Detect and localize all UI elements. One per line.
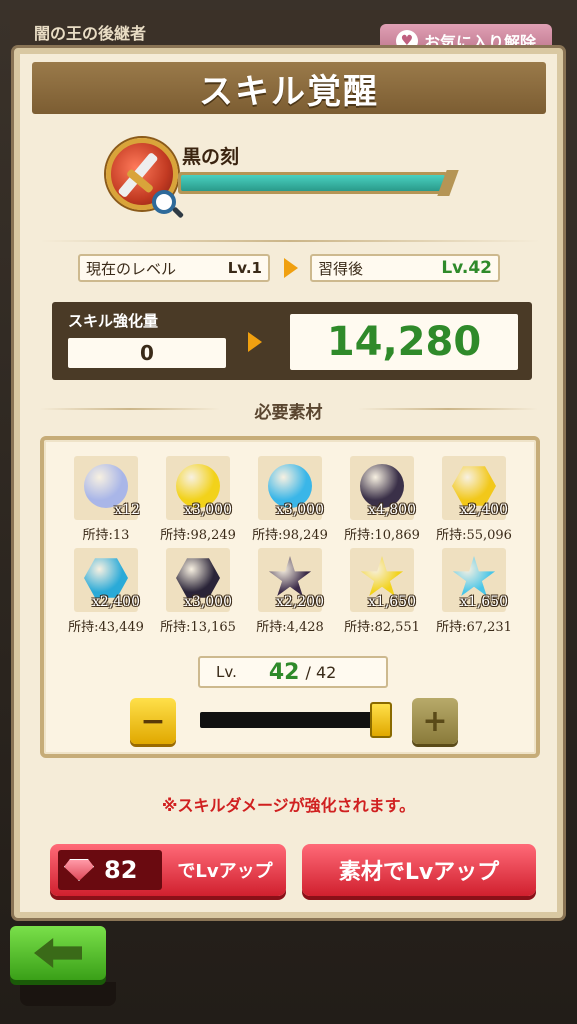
level-max: / 42 xyxy=(305,662,337,682)
material-owned: 所持:82,551 xyxy=(344,620,420,635)
divider xyxy=(40,240,540,242)
material-item[interactable]: x2,400 所持:43,449 xyxy=(64,548,148,642)
material-qty: x3,000 xyxy=(276,502,324,518)
level-selector: Lv. 42 / 42 xyxy=(198,656,388,688)
enhance-new: 14,280 xyxy=(290,314,518,370)
notice-text: ※スキルダメージが強化されます。 xyxy=(161,796,416,815)
material-qty: x3,000 xyxy=(184,502,232,518)
enhance-label: スキル強化量 xyxy=(68,312,159,330)
material-qty: x2,200 xyxy=(276,594,324,610)
skill-name: 黒の刻 xyxy=(182,146,240,168)
level-current: 42 xyxy=(268,659,300,685)
material-item[interactable]: x2,400 所持:55,096 xyxy=(432,456,516,550)
level-minus-button[interactable]: − xyxy=(130,698,176,744)
material-item[interactable]: x3,000 所持:98,249 xyxy=(248,456,332,550)
material-owned: 所持:43,449 xyxy=(68,620,144,635)
skill-progress-fill xyxy=(181,175,445,191)
level-plus-button[interactable]: + xyxy=(412,698,458,744)
level-slider-handle[interactable] xyxy=(370,702,392,738)
skill-progress-bar xyxy=(178,170,459,196)
materials-panel: x12 所持:13 x3,000 所持:98,249 x3,000 所持:98,249 x4… xyxy=(40,436,540,758)
material-owned: 所持:67,231 xyxy=(436,620,512,635)
material-item[interactable]: x4,800 所持:10,869 xyxy=(340,456,424,550)
skill-awaken-dialog: スキル覚醒 黒の刻 現在のレベル Lv.1 習得後 Lv.42 スキル強化量 0 xyxy=(14,48,563,918)
material-qty: x4,800 xyxy=(368,502,416,518)
material-item[interactable]: x1,650 所持:82,551 xyxy=(340,548,424,642)
current-level-box: 現在のレベル Lv.1 xyxy=(78,254,270,282)
dialog-title: スキル覚醒 xyxy=(32,62,546,114)
divider xyxy=(358,408,538,410)
material-qty: x2,400 xyxy=(92,594,140,610)
material-owned: 所持:55,096 xyxy=(436,528,512,543)
current-level-value: Lv.1 xyxy=(227,259,262,277)
gem-cost: 82 xyxy=(104,856,138,884)
material-owned: 所持:10,869 xyxy=(344,528,420,543)
enhance-panel: スキル強化量 0 14,280 xyxy=(52,302,532,380)
material-item[interactable]: x3,000 所持:13,165 xyxy=(156,548,240,642)
gem-cost-box: 82 xyxy=(58,850,162,890)
after-level-value: Lv.42 xyxy=(441,258,492,278)
material-owned: 所持:4,428 xyxy=(256,620,324,635)
back-button-shadow xyxy=(20,982,116,1006)
current-level-label: 現在のレベル xyxy=(86,259,177,278)
material-item[interactable]: x12 所持:13 xyxy=(64,456,148,550)
material-item[interactable]: x3,000 所持:98,249 xyxy=(156,456,240,550)
after-level-box: 習得後 Lv.42 xyxy=(310,254,500,282)
material-owned: 所持:13 xyxy=(82,528,130,543)
back-button[interactable] xyxy=(10,926,106,980)
material-qty: x12 xyxy=(114,502,140,518)
level-label: Lv. xyxy=(216,663,237,681)
material-owned: 所持:13,165 xyxy=(160,620,236,635)
back-arrow-icon xyxy=(34,938,82,968)
gem-levelup-label: でLvアップ xyxy=(177,861,273,882)
material-item[interactable]: x2,200 所持:4,428 xyxy=(248,548,332,642)
gem-icon xyxy=(64,859,94,881)
material-qty: x2,400 xyxy=(460,502,508,518)
enhance-current: 0 xyxy=(68,338,226,368)
material-qty: x3,000 xyxy=(184,594,232,610)
material-qty: x1,650 xyxy=(460,594,508,610)
screen: 闇の王の後継者 闇の王子 ♥ お気に入り解除 スキル覚醒 黒の刻 現在のレベル … xyxy=(0,0,577,1024)
arrow-right-icon xyxy=(284,258,298,278)
gem-levelup-button[interactable]: 82 でLvアップ xyxy=(50,844,286,896)
arrow-right-icon xyxy=(248,332,262,352)
materials-heading: 必要素材 xyxy=(254,403,323,423)
after-level-label: 習得後 xyxy=(318,259,364,278)
level-slider-track[interactable] xyxy=(200,712,392,728)
material-owned: 所持:98,249 xyxy=(252,528,328,543)
material-owned: 所持:98,249 xyxy=(160,528,236,543)
material-item[interactable]: x1,650 所持:67,231 xyxy=(432,548,516,642)
material-qty: x1,650 xyxy=(368,594,416,610)
magnifier-handle xyxy=(171,206,185,219)
material-levelup-button[interactable]: 素材でLvアップ xyxy=(302,844,536,896)
